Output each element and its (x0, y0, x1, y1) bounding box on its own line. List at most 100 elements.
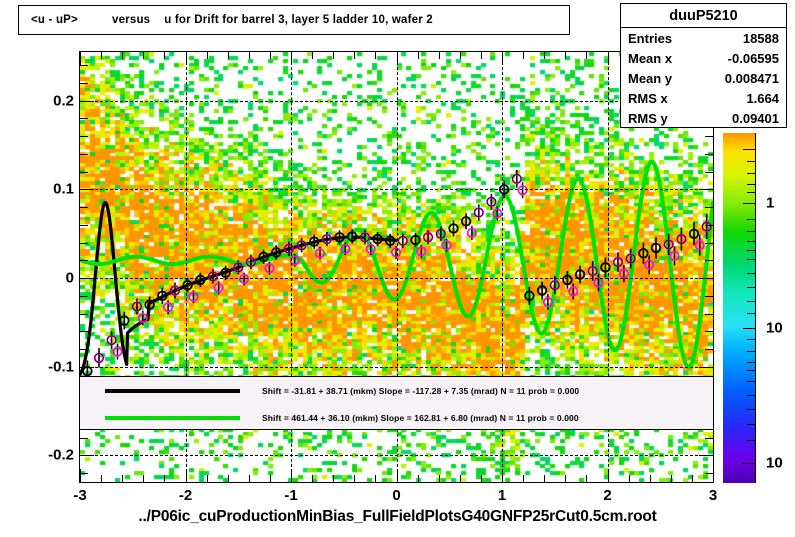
axis-tick (270, 52, 271, 59)
stat-row-entries: Entries 18588 (621, 28, 786, 48)
axis-tick (80, 52, 81, 65)
axis-tick (502, 52, 503, 65)
axis-tick (312, 475, 313, 482)
x-axis-tick-label: 1 (497, 487, 507, 504)
stat-key: Entries (628, 30, 673, 46)
axis-tick (705, 207, 713, 208)
axis-tick (586, 475, 587, 482)
axis-tick (186, 52, 187, 65)
axis-tick (418, 475, 419, 482)
axis-tick (80, 243, 88, 244)
x-axis-tick-label: 2 (603, 487, 612, 504)
stat-row-rms-x: RMS x 1.664 (621, 88, 786, 108)
axis-tick (705, 172, 713, 173)
axis-tick (460, 52, 461, 59)
axis-tick (439, 52, 440, 59)
x-axis-tick-label: 3 (708, 487, 718, 504)
title-part-3: u for Drift for barrel 3, layer 5 ladder… (164, 14, 433, 26)
palette-tick-label: 1 (766, 194, 775, 212)
axis-tick (122, 52, 123, 59)
axis-tick (397, 469, 398, 482)
stat-value: 1.664 (746, 90, 779, 106)
stat-key: Mean x (628, 50, 673, 66)
axis-tick (608, 469, 609, 482)
axis-tick (650, 475, 651, 482)
axis-tick (333, 52, 334, 59)
axis-tick (80, 154, 88, 155)
legend-line-swatch-black (105, 388, 240, 393)
axis-tick (705, 473, 713, 474)
legend-label: Shift = -31.81 + 38.71 (mkm) Slope = -11… (262, 385, 580, 396)
y-axis-tick-label: 0.1 (53, 180, 74, 198)
axis-tick (705, 260, 713, 261)
axis-tick (80, 469, 81, 482)
axis-tick (713, 469, 714, 482)
stat-key: Mean y (628, 70, 673, 86)
axis-tick (705, 349, 713, 350)
axis-tick (80, 473, 88, 474)
axis-tick (565, 52, 566, 59)
stat-key: RMS x (628, 90, 668, 106)
statistics-box: duuP5210 Entries 18588 Mean x -0.06595 M… (620, 3, 787, 128)
page-title: <u - uP> versus u for Drift for barrel 3, … (19, 14, 433, 26)
x-axis-labels: -3 -2 -1 0 1 2 3 (0, 487, 795, 509)
axis-tick (80, 189, 94, 190)
axis-tick (586, 52, 587, 59)
axis-tick (80, 225, 88, 226)
legend-line-swatch-green (105, 415, 240, 420)
axis-tick (671, 475, 672, 482)
axis-tick (418, 52, 419, 59)
axis-tick (705, 154, 713, 155)
axis-tick (565, 475, 566, 482)
axis-tick (439, 475, 440, 482)
axis-tick (143, 52, 144, 59)
legend-entry-black: Shift = -31.81 + 38.71 (mkm) Slope = -11… (80, 377, 713, 404)
axis-tick (80, 278, 94, 279)
plot-title-box: <u - uP> versus u for Drift for barrel 3, … (18, 5, 570, 35)
axis-tick (523, 475, 524, 482)
axis-tick (80, 65, 88, 66)
axis-tick (705, 438, 713, 439)
axis-tick (375, 52, 376, 59)
y-axis-tick-label: 0.2 (53, 92, 74, 110)
axis-tick (228, 52, 229, 59)
axis-tick (692, 475, 693, 482)
axis-tick (544, 475, 545, 482)
axis-tick (80, 349, 88, 350)
axis-tick (80, 207, 88, 208)
axis-tick (80, 118, 88, 119)
stat-row-mean-x: Mean x -0.06595 (621, 48, 786, 68)
axis-tick (705, 331, 713, 332)
stat-value: 0.09401 (732, 110, 779, 126)
stat-value: -0.06595 (727, 50, 779, 66)
axis-tick (397, 52, 398, 65)
axis-tick (101, 475, 102, 482)
axis-tick (291, 52, 292, 65)
axis-tick (80, 136, 88, 137)
axis-tick (333, 475, 334, 482)
axis-tick (80, 172, 88, 173)
stat-value: 0.008471 (724, 70, 779, 86)
axis-tick (207, 475, 208, 482)
y-axis-tick-label: -0.2 (48, 446, 74, 464)
palette-tick-label: 10 (766, 454, 783, 472)
x-axis-tick-label: -1 (284, 487, 298, 504)
x-axis-tick-label: -3 (73, 487, 87, 504)
axis-tick (101, 52, 102, 59)
axis-tick (481, 475, 482, 482)
axis-tick (80, 101, 94, 102)
stat-row-rms-y: RMS y 0.09401 (621, 108, 786, 128)
axis-tick (354, 52, 355, 59)
axis-tick (481, 52, 482, 59)
fit-legend: Shift = -31.81 + 38.71 (mkm) Slope = -11… (80, 376, 713, 430)
axis-tick (164, 52, 165, 59)
axis-tick (80, 455, 94, 456)
axis-tick (705, 136, 713, 137)
y-axis-tick-label: 0 (65, 269, 74, 287)
y-axis-tick-label: -0.1 (48, 358, 74, 376)
axis-tick (186, 469, 187, 482)
statistics-histogram-name: duuP5210 (621, 4, 786, 28)
y-axis-labels: 0.2 0.1 0 -0.1 -0.2 (12, 0, 74, 537)
axis-tick (705, 296, 713, 297)
axis-tick (164, 475, 165, 482)
